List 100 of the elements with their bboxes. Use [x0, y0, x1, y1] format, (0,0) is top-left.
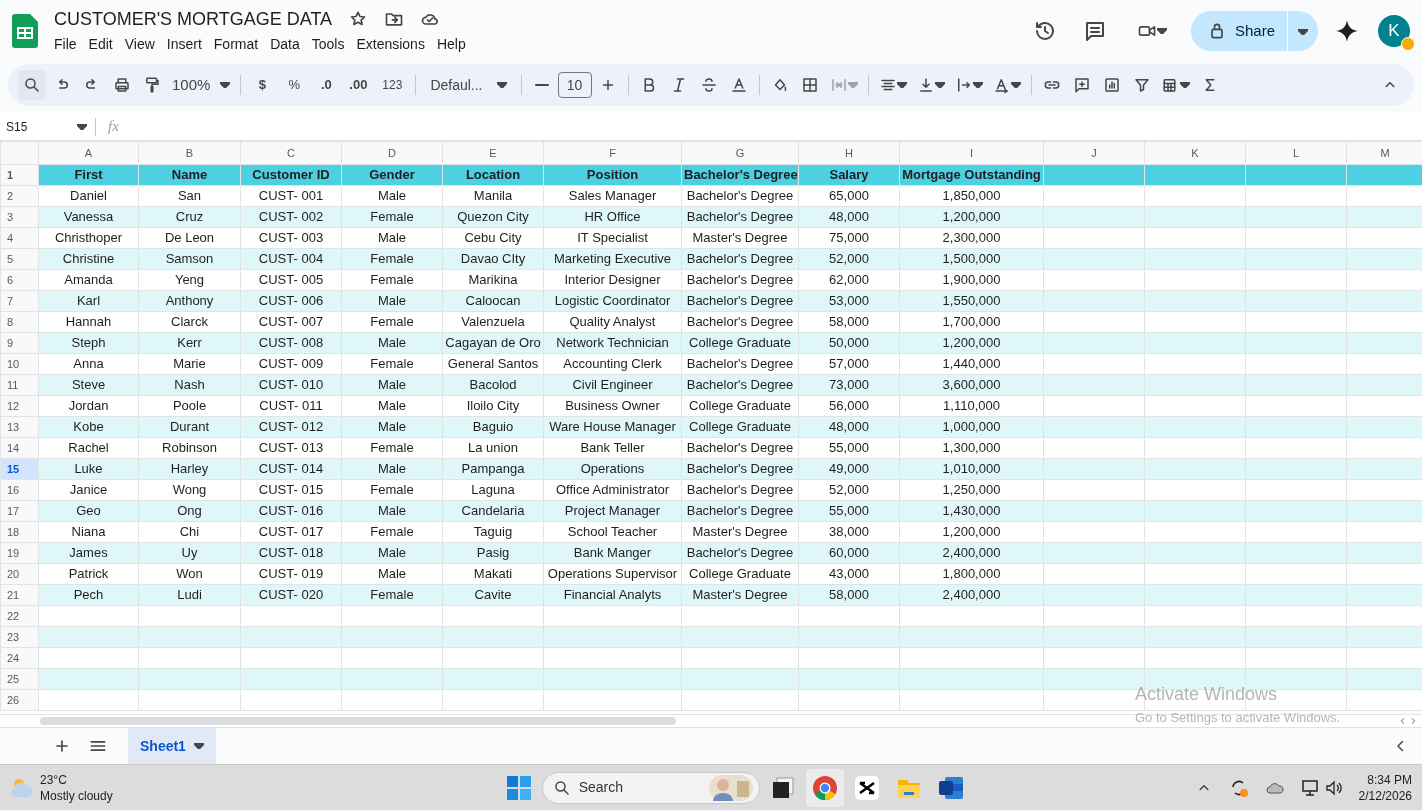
table-cell: College Graduate: [689, 335, 791, 351]
row-header[interactable]: 17: [0, 500, 39, 522]
row-header[interactable]: 6: [0, 269, 39, 291]
row-header[interactable]: 26: [0, 689, 39, 711]
column-header[interactable]: D: [341, 141, 443, 165]
row-header[interactable]: 21: [0, 584, 39, 606]
column-header[interactable]: F: [543, 141, 682, 165]
table-cell: Kerr: [177, 335, 202, 351]
caret-icon: [896, 82, 907, 88]
share-button[interactable]: Share: [1190, 11, 1287, 51]
table-cell: School Teacher: [567, 524, 658, 540]
menu-item[interactable]: Insert: [160, 34, 208, 54]
column-header[interactable]: G: [681, 141, 799, 165]
column-header[interactable]: H: [798, 141, 900, 165]
share-dropdown-button[interactable]: [1288, 11, 1318, 51]
table-cell: 1,500,000: [942, 251, 1001, 267]
column-header[interactable]: I: [899, 141, 1044, 165]
row-header[interactable]: 16: [0, 479, 39, 501]
table-cell: Jordan: [68, 398, 109, 414]
row-header[interactable]: 1: [0, 164, 39, 186]
table-cell: Chi: [179, 524, 200, 540]
horizontal-scrollbar[interactable]: [40, 717, 676, 725]
weather-temperature[interactable]: 23°C: [40, 771, 113, 788]
caret-icon: [1156, 28, 1167, 34]
menu-item[interactable]: Data: [264, 34, 306, 54]
word-icon[interactable]: [937, 774, 964, 801]
table-cell: 50,000: [829, 335, 869, 351]
zoom-dropdown[interactable]: 100%: [168, 70, 235, 100]
search-highlight-icon[interactable]: [708, 774, 753, 801]
taskbar-search-field[interactable]: Search: [541, 771, 760, 804]
menu-item[interactable]: Format: [207, 34, 265, 54]
row-header[interactable]: 10: [0, 353, 39, 375]
account-avatar[interactable]: K: [1378, 15, 1410, 47]
row-header[interactable]: 9: [0, 332, 39, 354]
column-header[interactable]: B: [138, 141, 241, 165]
row-header[interactable]: 12: [0, 395, 39, 417]
sheet-tab[interactable]: Sheet1: [128, 727, 216, 765]
column-header[interactable]: L: [1245, 141, 1347, 165]
menu-item[interactable]: Extensions: [350, 34, 431, 54]
row-header[interactable]: 8: [0, 311, 39, 333]
row-header[interactable]: 4: [0, 227, 39, 249]
weather-condition[interactable]: Mostly cloudy: [40, 787, 113, 804]
start-icon[interactable]: [506, 775, 531, 800]
table-cell: Uy: [181, 545, 198, 561]
clock-date[interactable]: 2/12/2026: [1358, 787, 1412, 804]
warning-badge-icon: [1401, 37, 1415, 51]
currency-format-button[interactable]: $: [247, 70, 278, 100]
increase-decimals-button[interactable]: .00: [343, 70, 374, 100]
menu-item[interactable]: Edit: [82, 34, 119, 54]
row-header[interactable]: 18: [0, 521, 39, 543]
column-title: Bachelor's Degree: [684, 167, 798, 183]
row-header[interactable]: 7: [0, 290, 39, 312]
caret-icon[interactable]: [77, 123, 87, 130]
column-header[interactable]: E: [442, 141, 544, 165]
row-header[interactable]: 3: [0, 206, 39, 228]
font-size-field[interactable]: 10: [557, 72, 592, 98]
column-header[interactable]: K: [1144, 141, 1246, 165]
table-cell: Office Administrator: [555, 482, 670, 498]
column-header[interactable]: A: [38, 141, 139, 165]
table-cell: Bachelor's Degree: [686, 503, 794, 519]
row-header[interactable]: 19: [0, 542, 39, 564]
clock-time[interactable]: 8:34 PM: [1367, 771, 1412, 788]
row-header[interactable]: 23: [0, 626, 39, 648]
table-cell: Bachelor's Degree: [686, 440, 794, 456]
table-cell: Marketing Executive: [553, 251, 672, 267]
table-cell: Bachelor's Degree: [686, 482, 794, 498]
network-icon[interactable]: [1300, 777, 1321, 798]
row-header[interactable]: 20: [0, 563, 39, 585]
row-header[interactable]: 11: [0, 374, 39, 396]
search-menus-button[interactable]: [18, 70, 46, 100]
table-cell: CUST- 016: [258, 503, 324, 519]
font-dropdown[interactable]: Defaul...: [422, 70, 515, 100]
column-header[interactable]: M: [1346, 141, 1422, 165]
row-header[interactable]: 22: [0, 605, 39, 627]
column-header[interactable]: C: [240, 141, 342, 165]
scroll-right-icon[interactable]: [1408, 716, 1418, 726]
row-header[interactable]: 25: [0, 668, 39, 690]
scroll-left-icon[interactable]: [1398, 716, 1408, 726]
row-header[interactable]: 2: [0, 185, 39, 207]
row-header[interactable]: 14: [0, 437, 39, 459]
decrease-decimals-button[interactable]: .0: [311, 70, 342, 100]
table-cell: Master's Degree: [692, 230, 788, 246]
row-header[interactable]: 15: [0, 458, 39, 480]
menu-item[interactable]: Tools: [305, 34, 351, 54]
menu-item[interactable]: Help: [430, 34, 472, 54]
row-header[interactable]: 24: [0, 647, 39, 669]
column-header[interactable]: J: [1043, 141, 1145, 165]
table-cell: Pech: [73, 587, 104, 603]
capcut-icon[interactable]: [853, 774, 880, 801]
percent-format-button[interactable]: %: [279, 70, 310, 100]
menu-item[interactable]: File: [48, 34, 83, 54]
chrome-icon[interactable]: [811, 774, 838, 801]
more-formats-button[interactable]: 123: [375, 70, 410, 100]
document-title[interactable]: CUSTOMER'S MORTGAGE DATA: [54, 8, 333, 30]
row-header[interactable]: 13: [0, 416, 39, 438]
row-header[interactable]: 5: [0, 248, 39, 270]
menu-item[interactable]: View: [118, 34, 161, 54]
volume-icon[interactable]: [1324, 778, 1343, 797]
sheets-logo-icon[interactable]: [12, 14, 38, 48]
table-cell: Bachelor's Degree: [686, 377, 794, 393]
